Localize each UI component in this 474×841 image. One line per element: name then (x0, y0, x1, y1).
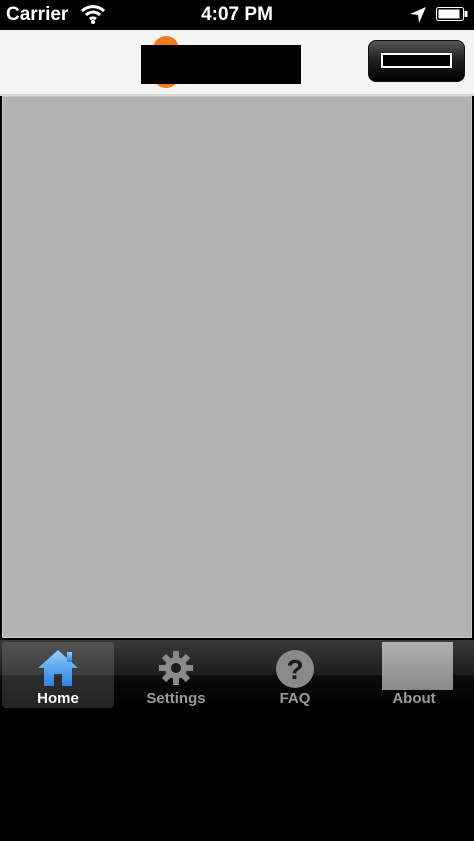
battery-icon (436, 7, 468, 21)
nav-right-button-icon (381, 53, 452, 68)
tab-faq[interactable]: ? FAQ (239, 642, 351, 708)
navigation-bar (0, 30, 474, 96)
clock-time: 4:07 PM (201, 4, 273, 25)
gear-icon (154, 648, 198, 688)
tab-about-label: About (392, 690, 436, 707)
tab-faq-label: FAQ (279, 690, 311, 707)
tab-bar: Home Settings ? FAQ About (0, 640, 474, 710)
question-icon: ? (273, 648, 317, 688)
about-image (382, 642, 453, 690)
tab-about[interactable]: About (358, 642, 470, 708)
home-icon (36, 648, 80, 688)
tab-settings[interactable]: Settings (120, 642, 232, 708)
tab-home[interactable]: Home (2, 642, 114, 708)
main-content (2, 96, 472, 638)
tab-home-label: Home (37, 690, 79, 707)
status-bar: Carrier 4:07 PM (0, 0, 474, 30)
location-arrow-icon (408, 5, 428, 30)
svg-text:?: ? (286, 654, 303, 685)
nav-right-button[interactable] (368, 40, 465, 82)
redacted-title (141, 45, 301, 84)
tab-settings-label: Settings (146, 690, 206, 707)
